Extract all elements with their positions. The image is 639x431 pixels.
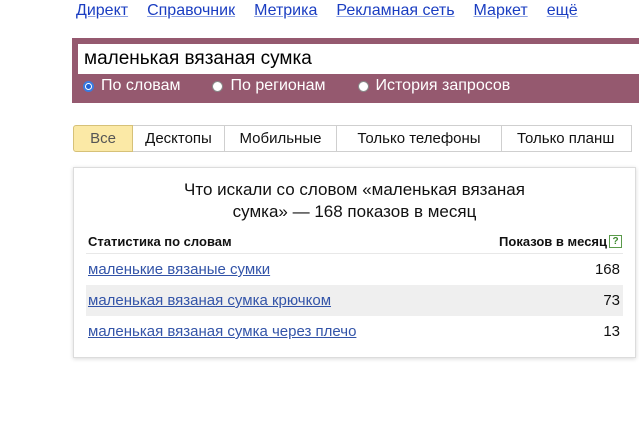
column-header-shows-label: Показов в месяц — [499, 234, 607, 249]
device-tabs: Все Десктопы Мобильные Только телефоны Т… — [73, 125, 632, 152]
radio-label-query-history: История запросов — [375, 77, 511, 94]
table-row: маленькая вязаная сумка крючком 73 — [86, 285, 623, 316]
table-row: маленькая вязаная сумка через плечо 13 — [86, 316, 623, 347]
column-header-shows: Показов в месяц ? — [499, 234, 622, 249]
keyword-link[interactable]: маленькие вязаные сумки — [88, 261, 270, 278]
nav-link-directory[interactable]: Справочник — [147, 2, 235, 24]
radio-button[interactable] — [357, 80, 369, 92]
results-table: маленькие вязаные сумки 168 маленькая вя… — [86, 254, 623, 347]
search-input[interactable] — [78, 44, 639, 74]
keyword-link[interactable]: маленькая вязаная сумка крючком — [88, 292, 331, 309]
tab-desktops[interactable]: Десктопы — [133, 125, 225, 152]
tab-all[interactable]: Все — [73, 125, 133, 152]
help-icon[interactable]: ? — [609, 235, 622, 248]
results-title-line-2: сумка» — 168 показов в месяц — [232, 202, 477, 221]
search-mode-group: По словам По регионам История запросов — [83, 77, 542, 95]
keyword-link[interactable]: маленькая вязаная сумка через плечо — [88, 323, 356, 340]
top-navigation: Директ Справочник Метрика Рекламная сеть… — [76, 2, 597, 24]
tab-phones-only[interactable]: Только телефоны — [337, 125, 502, 152]
nav-link-direct[interactable]: Директ — [76, 2, 128, 24]
nav-link-more[interactable]: ещё — [547, 2, 578, 24]
radio-label-by-regions: По регионам — [230, 77, 326, 94]
shows-count: 13 — [603, 323, 620, 340]
radio-button-checked[interactable] — [83, 80, 94, 92]
radio-by-words[interactable]: По словам — [83, 77, 180, 95]
results-title: Что искали со словом «маленькая вязаная … — [74, 179, 635, 223]
nav-link-metrika[interactable]: Метрика — [254, 2, 317, 24]
table-row: маленькие вязаные сумки 168 — [86, 254, 623, 285]
tab-tablets-only[interactable]: Только планш — [502, 125, 632, 152]
nav-link-market[interactable]: Маркет — [474, 2, 528, 24]
search-panel: По словам По регионам История запросов — [72, 38, 639, 103]
results-card: Что искали со словом «маленькая вязаная … — [73, 167, 636, 358]
tab-mobile[interactable]: Мобильные — [225, 125, 337, 152]
radio-by-regions[interactable]: По регионам — [212, 77, 326, 95]
shows-count: 73 — [603, 292, 620, 309]
column-header-keyword: Статистика по словам — [88, 234, 232, 249]
shows-count: 168 — [594, 261, 620, 278]
nav-link-ad-network[interactable]: Рекламная сеть — [336, 2, 454, 24]
results-title-line-1: Что искали со словом «маленькая вязаная — [184, 180, 525, 199]
radio-button[interactable] — [212, 80, 224, 92]
radio-query-history[interactable]: История запросов — [357, 77, 511, 95]
radio-label-by-words: По словам — [101, 77, 181, 94]
